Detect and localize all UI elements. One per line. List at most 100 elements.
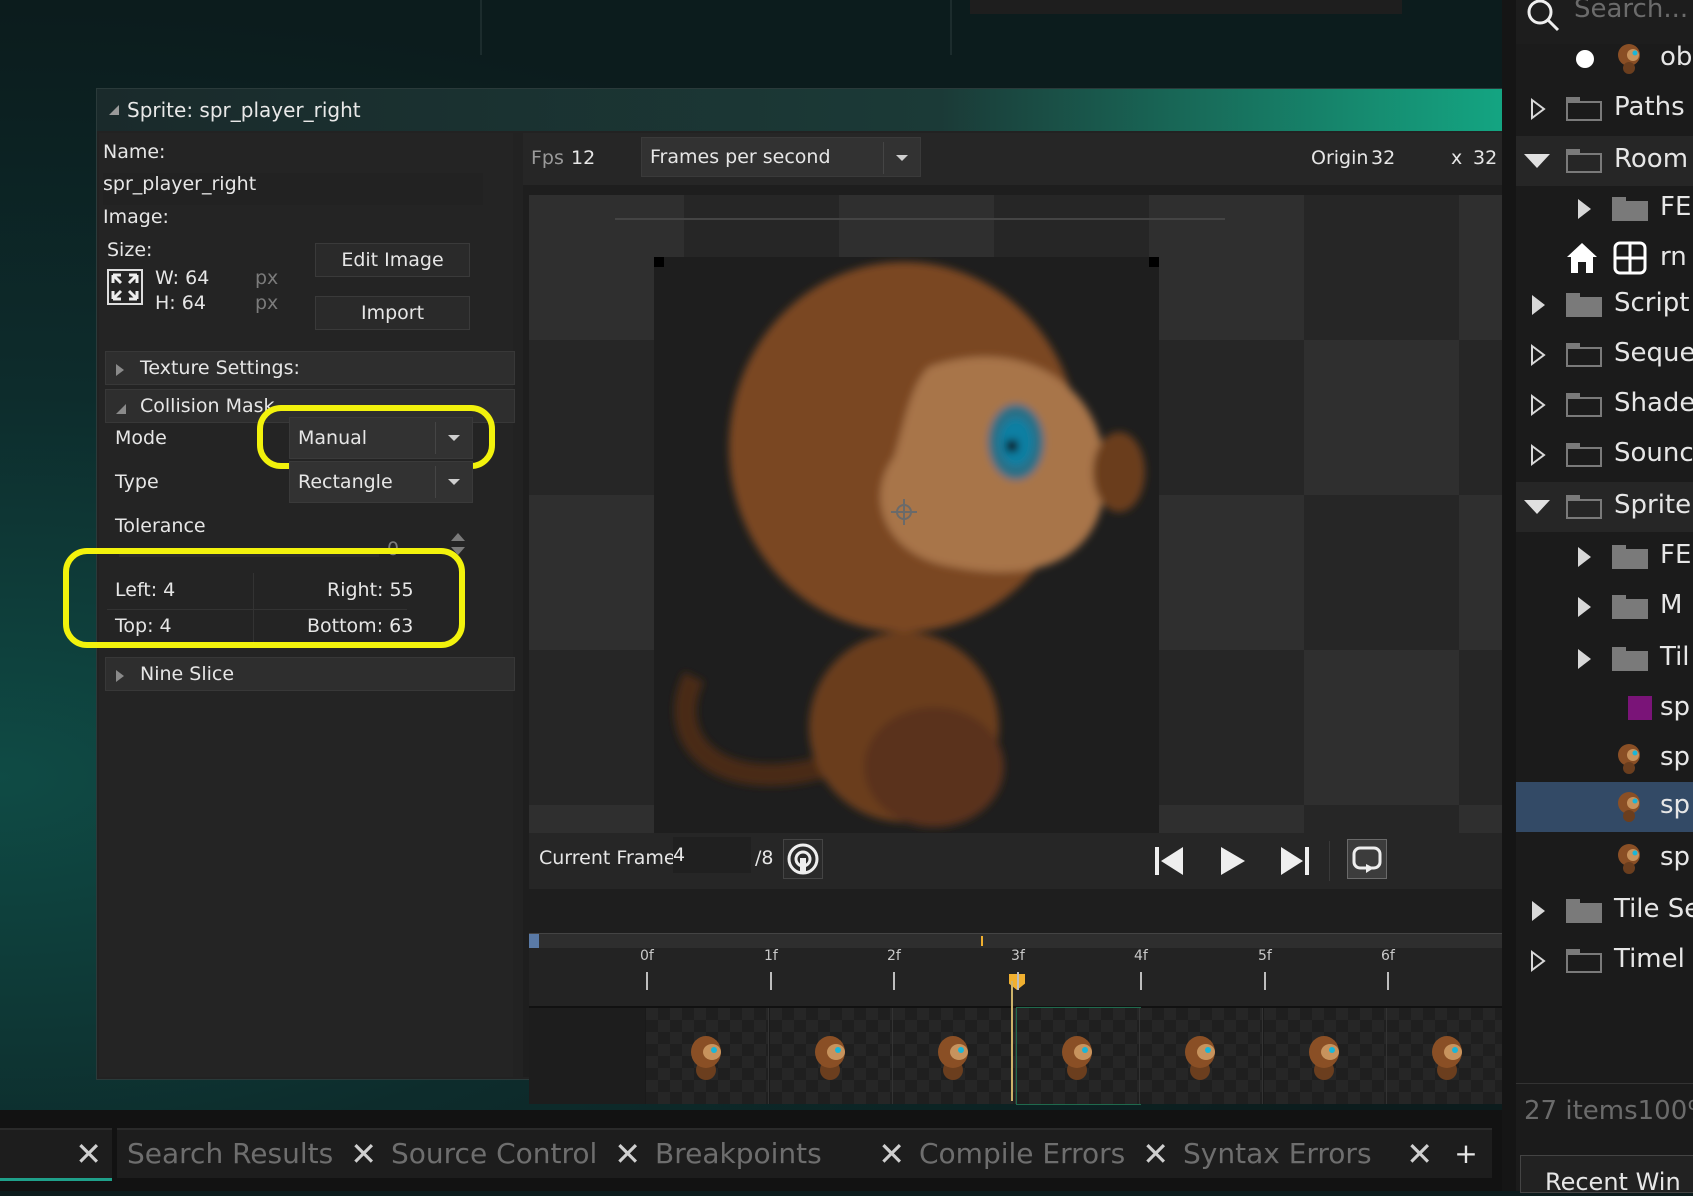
frame-thumbnail[interactable] bbox=[1016, 1007, 1141, 1105]
expand-arrow-icon[interactable] bbox=[1530, 444, 1546, 466]
expand-arrow-icon[interactable] bbox=[1532, 901, 1545, 921]
collapse-arrow-icon[interactable] bbox=[1524, 154, 1550, 168]
collapse-corner-icon[interactable] bbox=[109, 105, 119, 115]
skip-to-start-icon[interactable] bbox=[1151, 843, 1187, 879]
add-tab-button[interactable]: + bbox=[1440, 1128, 1492, 1178]
asset-tree-row[interactable]: sp bbox=[1516, 684, 1693, 734]
asset-tree-row[interactable]: M bbox=[1516, 582, 1693, 632]
tab-search-results[interactable]: Search Results ✕ bbox=[117, 1128, 387, 1178]
folder-icon bbox=[1566, 495, 1602, 519]
asset-tree-row[interactable]: Timel bbox=[1516, 936, 1693, 986]
onion-skin-icon[interactable] bbox=[783, 839, 823, 879]
texture-settings-section[interactable]: Texture Settings: bbox=[105, 351, 515, 385]
close-icon[interactable]: ✕ bbox=[350, 1130, 377, 1178]
frame-thumbnail[interactable] bbox=[770, 1008, 893, 1104]
asset-tree-row[interactable]: Shade bbox=[1516, 380, 1693, 430]
mask-handle-top-right[interactable] bbox=[1149, 257, 1159, 267]
name-field[interactable]: spr_player_right bbox=[103, 173, 483, 205]
resize-icon[interactable] bbox=[107, 269, 143, 305]
asset-tree-row[interactable]: Sprite bbox=[1516, 482, 1693, 532]
asset-tree-row[interactable]: Paths bbox=[1516, 84, 1693, 134]
background-divider bbox=[950, 0, 952, 55]
origin-x-input[interactable]: 32 bbox=[1371, 147, 1395, 169]
origin-y-input[interactable]: 32 bbox=[1473, 147, 1497, 169]
fps-mode-dropdown[interactable]: Frames per second bbox=[641, 137, 921, 177]
close-icon[interactable]: ✕ bbox=[878, 1130, 905, 1178]
recent-windows-header[interactable]: Recent Win bbox=[1520, 1155, 1693, 1196]
timeline-scrollbar[interactable] bbox=[529, 933, 1503, 949]
asset-tree-row[interactable]: sp bbox=[1516, 834, 1693, 884]
asset-search-input[interactable]: Search... bbox=[1574, 0, 1688, 24]
asset-tree-row[interactable]: ob bbox=[1516, 34, 1693, 84]
tab-compile-errors[interactable]: Compile Errors ✕ bbox=[909, 1128, 1179, 1178]
asset-tree-row[interactable]: Script bbox=[1516, 280, 1693, 330]
tab-output[interactable]: ✕ bbox=[0, 1128, 112, 1181]
asset-tree-row[interactable]: FE bbox=[1516, 184, 1693, 234]
asset-tree-row[interactable]: Til bbox=[1516, 634, 1693, 684]
sprite-image[interactable] bbox=[654, 257, 1159, 833]
asset-tree-row[interactable]: sp bbox=[1516, 734, 1693, 784]
home-icon[interactable] bbox=[1564, 240, 1600, 276]
collapse-arrow-icon[interactable] bbox=[1524, 500, 1550, 514]
frame-thumbnail[interactable] bbox=[646, 1008, 769, 1104]
monkey-thumbnail-icon bbox=[1185, 1036, 1215, 1080]
close-icon[interactable]: ✕ bbox=[1142, 1130, 1169, 1178]
timeline-scroll-handle[interactable] bbox=[529, 934, 539, 948]
height-value[interactable]: H: 64 bbox=[155, 292, 206, 314]
expand-arrow-icon[interactable] bbox=[1530, 394, 1546, 416]
asset-tree-row[interactable]: Seque bbox=[1516, 330, 1693, 380]
frame-thumbnail[interactable] bbox=[893, 1008, 1016, 1104]
play-icon[interactable] bbox=[1213, 843, 1249, 879]
asset-tree-row[interactable]: Room bbox=[1516, 136, 1693, 186]
frame-thumbnail[interactable] bbox=[1264, 1008, 1387, 1104]
close-icon[interactable]: ✕ bbox=[75, 1130, 102, 1178]
chevron-down-icon[interactable] bbox=[448, 479, 460, 485]
asset-tree-row[interactable]: sp bbox=[1516, 782, 1693, 832]
nine-slice-label: Nine Slice bbox=[140, 663, 235, 685]
asset-tree-row[interactable]: rn bbox=[1516, 234, 1693, 284]
asset-name: Room bbox=[1614, 144, 1689, 174]
expand-arrow-icon[interactable] bbox=[1530, 950, 1546, 972]
expand-arrow-icon[interactable] bbox=[1578, 199, 1591, 219]
monkey-sprite-icon bbox=[1618, 744, 1640, 774]
expand-arrow-icon[interactable] bbox=[1578, 649, 1591, 669]
frame-controls-bar: Current Frame: 4 /8 bbox=[529, 833, 1503, 889]
asset-tree-row[interactable]: FE bbox=[1516, 532, 1693, 582]
type-dropdown[interactable]: Rectangle bbox=[289, 461, 473, 503]
expand-arrow-icon[interactable] bbox=[1578, 547, 1591, 567]
expand-arrow-icon[interactable] bbox=[1578, 597, 1591, 617]
mask-handle-top-left[interactable] bbox=[654, 257, 664, 267]
asset-name: rn bbox=[1660, 242, 1687, 272]
nine-slice-section[interactable]: Nine Slice bbox=[105, 657, 515, 691]
import-button[interactable]: Import bbox=[315, 296, 470, 330]
background-panel bbox=[970, 0, 1402, 14]
tab-source-control[interactable]: Source Control ✕ bbox=[381, 1128, 651, 1178]
stepper-up-icon[interactable] bbox=[451, 533, 465, 541]
fps-input[interactable]: 12 bbox=[571, 147, 595, 169]
window-title-bar[interactable]: Sprite: spr_player_right bbox=[97, 89, 1503, 131]
tab-syntax-errors[interactable]: Syntax Errors ✕ bbox=[1173, 1128, 1443, 1178]
asset-tree-row[interactable]: Sounc bbox=[1516, 430, 1693, 480]
frame-thumbnail[interactable] bbox=[1140, 1008, 1263, 1104]
expand-arrow-icon[interactable] bbox=[1532, 295, 1545, 315]
width-value[interactable]: W: 64 bbox=[155, 267, 209, 289]
asset-name: Til bbox=[1660, 642, 1690, 672]
bounds-highlight-annotation bbox=[63, 548, 465, 648]
chevron-down-icon[interactable] bbox=[896, 155, 908, 161]
current-frame-input[interactable]: 4 bbox=[673, 837, 751, 873]
frame-thumbnail[interactable] bbox=[1387, 1008, 1510, 1104]
timeline-tick bbox=[646, 972, 648, 990]
tab-breakpoints[interactable]: Breakpoints ✕ bbox=[645, 1128, 915, 1178]
expand-arrow-icon[interactable] bbox=[1530, 98, 1546, 120]
skip-to-end-icon[interactable] bbox=[1277, 843, 1313, 879]
mode-label: Mode bbox=[115, 427, 167, 449]
close-icon[interactable]: ✕ bbox=[614, 1130, 641, 1178]
sprite-canvas[interactable] bbox=[529, 195, 1503, 833]
close-icon[interactable]: ✕ bbox=[1406, 1130, 1433, 1178]
edit-image-button[interactable]: Edit Image bbox=[315, 243, 470, 277]
folder-icon bbox=[1566, 97, 1602, 121]
asset-tree-row[interactable]: Tile Se bbox=[1516, 886, 1693, 936]
expand-arrow-icon[interactable] bbox=[1530, 344, 1546, 366]
timeline-ruler[interactable]: 0f 1f 2f 3f 4f 5f 6f bbox=[529, 948, 1503, 1008]
loop-icon[interactable] bbox=[1347, 839, 1387, 879]
